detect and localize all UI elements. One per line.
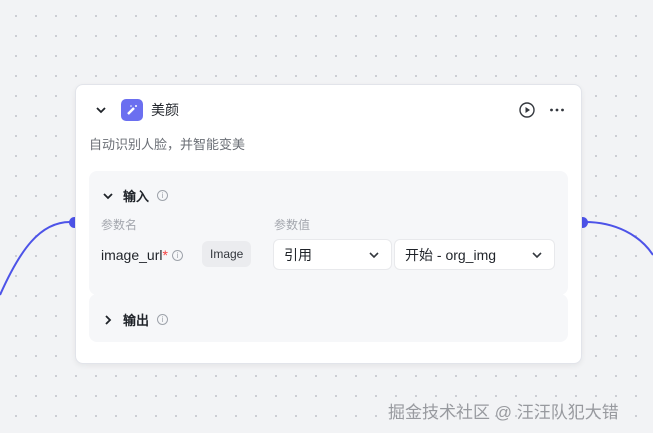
node-title: 美颜 [151,102,179,118]
ref-value: 开始 - org_img [405,246,497,263]
output-section: 输出 i [89,294,568,342]
watermark: 掘金技术社区 @ 汪汪队犯大错 [388,403,619,422]
param-info-icon[interactable]: i [171,249,183,261]
chevron-down-icon [369,251,379,258]
ref-mode-select[interactable]: 引用 [273,239,392,270]
required-mark: * [162,247,168,263]
param-name: image_url [101,247,163,263]
ref-value-select[interactable]: 开始 - org_img [394,239,555,270]
info-icon[interactable]: i [157,314,169,325]
node-description: 自动识别人脸，并智能变美 [89,137,246,152]
output-expand-chevron-icon[interactable] [101,313,115,327]
beauty-node-card[interactable]: 美颜 自动识别人脸，并智能变美 输入 i 参数名 参数值 image_url * … [75,84,582,364]
collapse-chevron-icon[interactable] [94,103,108,117]
param-type-tag: Image [202,241,252,267]
output-section-title: 输出 [123,313,150,328]
param-value-header: 参数值 [274,218,311,232]
input-collapse-chevron-icon[interactable] [101,189,115,203]
input-section: 输入 i 参数名 参数值 image_url * i Image 引用 开始 - … [89,171,568,295]
input-section-title: 输入 [123,189,150,204]
info-icon[interactable]: i [157,190,169,201]
ref-mode-value: 引用 [284,246,312,263]
more-options-icon[interactable] [549,102,565,118]
magic-wand-icon [121,99,143,121]
chevron-down-icon [532,251,542,258]
param-name-header: 参数名 [101,218,138,232]
run-play-icon[interactable] [519,102,535,118]
